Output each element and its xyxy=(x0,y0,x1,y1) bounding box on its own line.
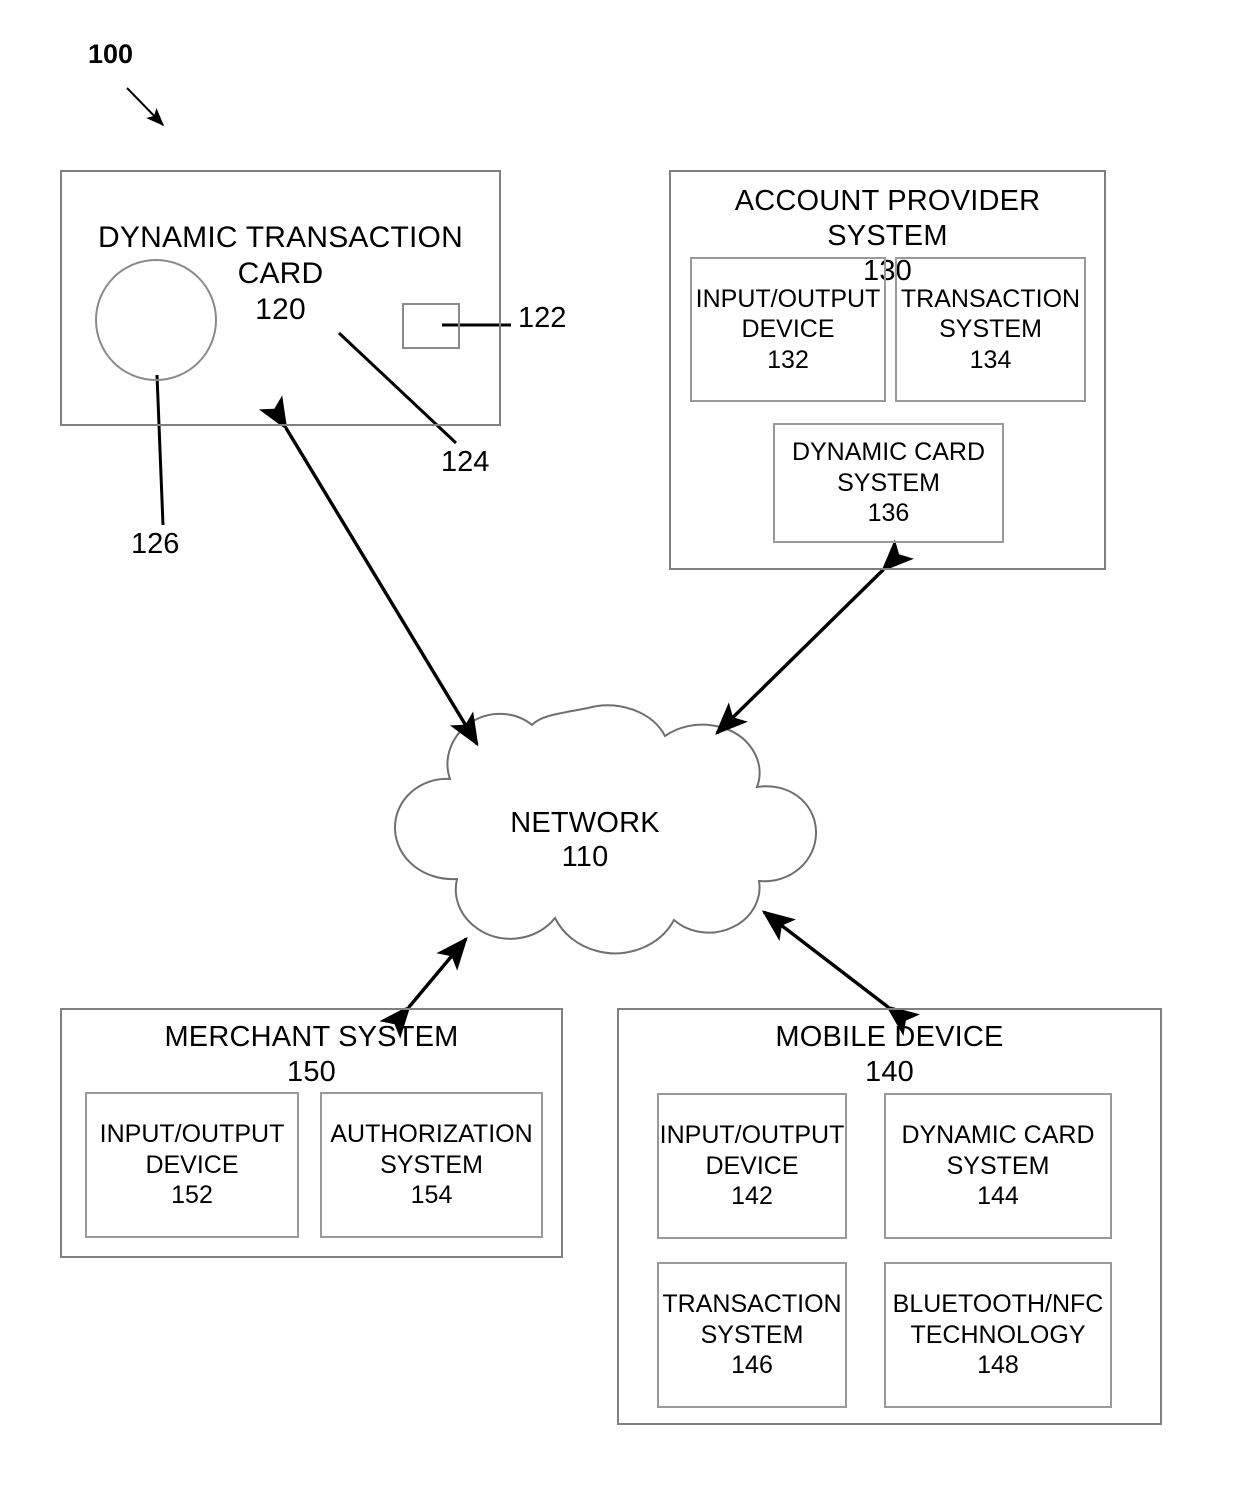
merchant-input-output-device-label: INPUT/OUTPUT DEVICE 152 xyxy=(99,1120,285,1210)
merchant-authorization-system-label: AUTHORIZATION SYSTEM 154 xyxy=(330,1120,533,1210)
merchant-input-output-device[interactable]: INPUT/OUTPUT DEVICE 152 xyxy=(85,1092,299,1238)
figure-number: 100 xyxy=(88,39,134,69)
mobile-transaction-system[interactable]: TRANSACTION SYSTEM 146 xyxy=(657,1262,847,1408)
card-chip-icon xyxy=(402,303,460,349)
mobile-device-label: MOBILE DEVICE 140 xyxy=(775,1021,1004,1088)
connector-aps-network xyxy=(715,539,914,735)
aps-dynamic-card-system-label: DYNAMIC CARD SYSTEM 136 xyxy=(791,438,986,528)
mobile-dynamic-card-system[interactable]: DYNAMIC CARD SYSTEM 144 xyxy=(884,1093,1112,1239)
mobile-input-output-device[interactable]: INPUT/OUTPUT DEVICE 142 xyxy=(657,1093,847,1239)
aps-transaction-system-label: TRANSACTION SYSTEM 134 xyxy=(900,284,1081,374)
merchant-system-label: MERCHANT SYSTEM 150 xyxy=(164,1021,459,1088)
aps-input-output-device-label: INPUT/OUTPUT DEVICE 132 xyxy=(695,284,881,374)
mobile-transaction-system-label: TRANSACTION SYSTEM 146 xyxy=(662,1290,842,1380)
aps-dynamic-card-system[interactable]: DYNAMIC CARD SYSTEM 136 xyxy=(773,423,1004,543)
connector-merchant-network xyxy=(379,936,468,1039)
connector-mobile-network xyxy=(761,910,921,1036)
aps-input-output-device[interactable]: INPUT/OUTPUT DEVICE 132 xyxy=(690,257,886,402)
mobile-bluetooth-nfc-technology-label: BLUETOOTH/NFC TECHNOLOGY 148 xyxy=(892,1290,1104,1380)
mobile-input-output-device-label: INPUT/OUTPUT DEVICE 142 xyxy=(659,1121,845,1211)
reference-numeral-122: 122 xyxy=(518,302,567,334)
mobile-bluetooth-nfc-technology[interactable]: BLUETOOTH/NFC TECHNOLOGY 148 xyxy=(884,1262,1112,1408)
aps-transaction-system[interactable]: TRANSACTION SYSTEM 134 xyxy=(895,257,1086,402)
network-cloud-label: NETWORK 110 xyxy=(510,807,660,874)
mobile-dynamic-card-system-label: DYNAMIC CARD SYSTEM 144 xyxy=(901,1121,1095,1211)
patent-figure: network --> network --> network --> netw… xyxy=(0,0,1240,1485)
reference-numeral-124: 124 xyxy=(441,446,490,478)
figure-leader-arrow xyxy=(126,87,165,127)
reference-numeral-126: 126 xyxy=(131,528,180,560)
merchant-authorization-system[interactable]: AUTHORIZATION SYSTEM 154 xyxy=(320,1092,543,1238)
card-circular-element-icon xyxy=(95,259,217,381)
